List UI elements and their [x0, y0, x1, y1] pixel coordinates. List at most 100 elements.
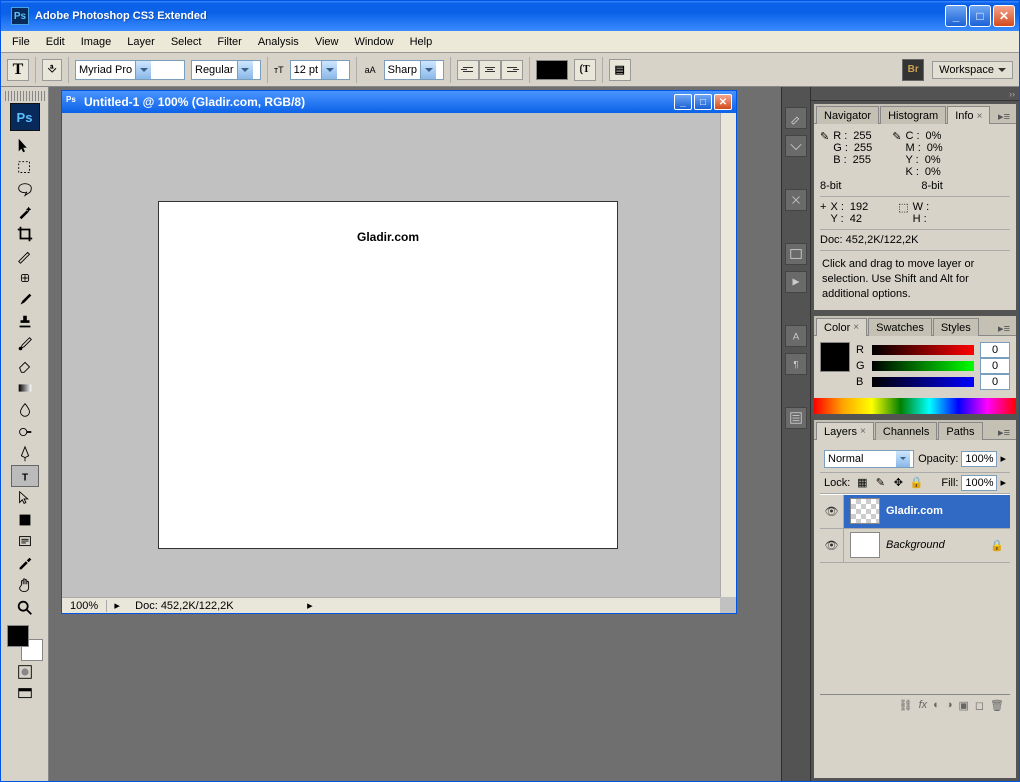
crop-tool[interactable] — [11, 223, 39, 245]
text-color-swatch[interactable] — [536, 60, 568, 80]
menu-view[interactable]: View — [308, 34, 346, 50]
font-family-select[interactable]: Myriad Pro — [75, 60, 185, 80]
layer-group-button[interactable]: ▣ — [958, 699, 968, 712]
dock-actions-icon[interactable] — [785, 271, 807, 293]
color-ramp[interactable] — [814, 398, 1016, 414]
history-brush-tool[interactable] — [11, 333, 39, 355]
g-slider[interactable] — [872, 361, 974, 371]
dock-layer-comps-icon[interactable] — [785, 407, 807, 429]
lock-image-button[interactable]: ✎ — [872, 475, 888, 491]
doc-size-info[interactable]: Doc: 452,2K/122,2K — [127, 600, 307, 612]
tab-color[interactable]: Color × — [816, 318, 867, 336]
bridge-button[interactable]: Br — [902, 59, 924, 81]
path-select-tool[interactable] — [11, 487, 39, 509]
tab-histogram[interactable]: Histogram — [880, 106, 946, 124]
slice-tool[interactable] — [11, 245, 39, 267]
menu-edit[interactable]: Edit — [39, 34, 72, 50]
panels-collapse-bar[interactable]: ›› — [811, 87, 1019, 101]
color-panel-menu[interactable]: ▸≡ — [992, 322, 1016, 335]
dock-character-icon[interactable]: A — [785, 325, 807, 347]
menu-window[interactable]: Window — [347, 34, 400, 50]
tool-preset-picker[interactable]: ⎀ — [42, 59, 62, 81]
foreground-color[interactable] — [7, 625, 29, 647]
layer-visibility-toggle[interactable]: 👁 — [820, 529, 844, 562]
delete-layer-button[interactable]: 🗑 — [990, 699, 1004, 712]
g-input[interactable]: 0 — [980, 358, 1010, 374]
menu-layer[interactable]: Layer — [120, 34, 162, 50]
blend-mode-select[interactable]: Normal — [824, 450, 914, 468]
link-layers-button[interactable]: ⛓ — [899, 699, 913, 712]
dodge-tool[interactable] — [11, 421, 39, 443]
tab-layers[interactable]: Layers × — [816, 422, 874, 440]
doc-close-button[interactable]: ✕ — [714, 94, 732, 110]
character-panel-button[interactable]: ▤ — [609, 59, 631, 81]
menu-image[interactable]: Image — [74, 34, 119, 50]
color-panel-swatch[interactable] — [820, 342, 850, 372]
tab-channels[interactable]: Channels — [875, 422, 937, 440]
hand-tool[interactable] — [11, 575, 39, 597]
doc-maximize-button[interactable]: □ — [694, 94, 712, 110]
lock-transparency-button[interactable]: ▦ — [854, 475, 870, 491]
wand-tool[interactable] — [11, 201, 39, 223]
layer-name[interactable]: Background — [886, 539, 990, 551]
align-left-button[interactable] — [457, 60, 479, 80]
eyedropper-tool[interactable] — [11, 553, 39, 575]
r-slider[interactable] — [872, 345, 974, 355]
workspace-select[interactable]: Workspace — [932, 61, 1013, 79]
document-canvas-area[interactable]: Gladir.com 100% ▸ Doc: 452,2K/122,2K ▸ — [62, 113, 736, 613]
dock-brushes-icon[interactable] — [785, 107, 807, 129]
menu-analysis[interactable]: Analysis — [251, 34, 306, 50]
adjustment-layer-button[interactable]: ◑ — [946, 699, 953, 711]
marquee-tool[interactable] — [11, 157, 39, 179]
warp-text-button[interactable]: ⟮T — [574, 59, 596, 81]
layers-panel-menu[interactable]: ▸≡ — [992, 426, 1016, 439]
dock-history-icon[interactable] — [785, 243, 807, 265]
zoom-level[interactable]: 100% — [62, 600, 107, 612]
current-tool-icon[interactable]: T — [7, 59, 29, 81]
ps-logo[interactable]: Ps — [10, 103, 40, 131]
tab-navigator[interactable]: Navigator — [816, 106, 879, 124]
font-style-select[interactable]: Regular — [191, 60, 261, 80]
layer-thumbnail[interactable] — [850, 532, 880, 558]
close-button[interactable]: ✕ — [993, 5, 1015, 27]
maximize-button[interactable]: □ — [969, 5, 991, 27]
align-center-button[interactable] — [479, 60, 501, 80]
layer-row[interactable]: 👁 Background 🔒 — [820, 529, 1010, 563]
quickmask-button[interactable] — [11, 661, 39, 683]
b-input[interactable]: 0 — [980, 374, 1010, 390]
opacity-flyout[interactable]: ▸ — [1000, 452, 1006, 465]
blur-tool[interactable] — [11, 399, 39, 421]
font-size-select[interactable]: 12 pt — [290, 60, 350, 80]
dock-clone-icon[interactable] — [785, 135, 807, 157]
r-input[interactable]: 0 — [980, 342, 1010, 358]
canvas-text-layer[interactable]: Gladir.com — [357, 230, 419, 244]
brush-tool[interactable] — [11, 289, 39, 311]
layer-fx-button[interactable]: fx — [919, 699, 928, 711]
fill-flyout[interactable]: ▸ — [1000, 476, 1006, 489]
zoom-tool[interactable] — [11, 597, 39, 619]
minimize-button[interactable]: _ — [945, 5, 967, 27]
document-titlebar[interactable]: Ps Untitled-1 @ 100% (Gladir.com, RGB/8)… — [62, 91, 736, 113]
gradient-tool[interactable] — [11, 377, 39, 399]
lock-position-button[interactable]: ✥ — [890, 475, 906, 491]
shape-tool[interactable] — [11, 509, 39, 531]
dock-paragraph-icon[interactable]: ¶ — [785, 353, 807, 375]
pen-tool[interactable] — [11, 443, 39, 465]
layer-mask-button[interactable]: ◐ — [933, 699, 940, 711]
opacity-input[interactable]: 100% — [961, 451, 997, 467]
lasso-tool[interactable] — [11, 179, 39, 201]
screenmode-button[interactable] — [11, 683, 39, 705]
move-tool[interactable] — [11, 135, 39, 157]
menu-help[interactable]: Help — [403, 34, 440, 50]
layer-name[interactable]: Gladir.com — [886, 505, 1010, 517]
tab-swatches[interactable]: Swatches — [868, 318, 932, 336]
color-picker[interactable] — [7, 625, 43, 661]
tab-paths[interactable]: Paths — [938, 422, 982, 440]
fill-input[interactable]: 100% — [961, 475, 997, 491]
doc-minimize-button[interactable]: _ — [674, 94, 692, 110]
menu-filter[interactable]: Filter — [210, 34, 248, 50]
type-tool[interactable]: T — [11, 465, 39, 487]
layer-thumbnail[interactable] — [850, 498, 880, 524]
notes-tool[interactable] — [11, 531, 39, 553]
eraser-tool[interactable] — [11, 355, 39, 377]
